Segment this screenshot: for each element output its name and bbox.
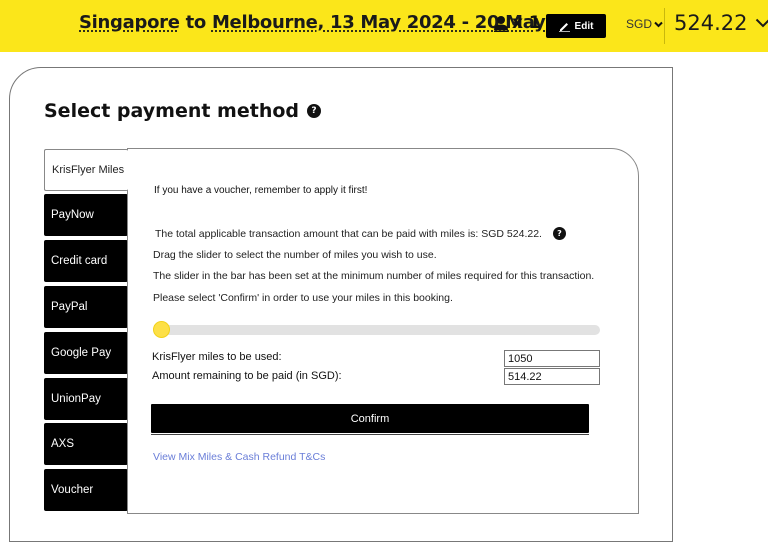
- slider-minimum-note: The slider in the bar has been set at th…: [153, 270, 595, 282]
- miles-slider-track[interactable]: [153, 321, 600, 338]
- miles-to-use-label: KrisFlyer miles to be used:: [152, 351, 282, 363]
- tab-voucher[interactable]: Voucher: [44, 469, 128, 511]
- voucher-reminder: If you have a voucher, remember to apply…: [154, 185, 368, 196]
- tab-label: KrisFlyer Miles: [52, 164, 125, 176]
- currency-code: SGD: [626, 17, 653, 31]
- confirm-button[interactable]: Confirm: [151, 404, 589, 433]
- tab-label: Credit card: [51, 255, 108, 267]
- booking-summary-bar: Singapore to Melbourne, 13 May 2024 - 20…: [0, 0, 768, 52]
- tab-label: Voucher: [51, 484, 94, 496]
- tab-label: PayPal: [51, 301, 88, 313]
- miles-slider-thumb[interactable]: [153, 321, 170, 338]
- total-price: 524.22: [674, 11, 748, 35]
- tab-paynow[interactable]: PayNow: [44, 194, 128, 236]
- miles-to-use-input[interactable]: [504, 350, 600, 367]
- passenger-count[interactable]: x 1: [493, 13, 541, 33]
- person-icon: [494, 15, 508, 32]
- terms-link[interactable]: View Mix Miles & Cash Refund T&Cs: [153, 451, 325, 463]
- slider-instruction: Drag the slider to select the number of …: [153, 249, 437, 261]
- tab-label: PayNow: [51, 209, 94, 221]
- confirm-instruction: Please select 'Confirm' in order to use …: [153, 292, 453, 304]
- tab-krisflyer-miles[interactable]: KrisFlyer Miles: [44, 149, 128, 191]
- tab-label: Google Pay: [51, 347, 112, 359]
- tab-axs[interactable]: AXS: [44, 423, 128, 465]
- chevron-down-icon: [756, 18, 768, 28]
- pencil-icon: [558, 22, 570, 32]
- confirm-divider: [151, 434, 589, 435]
- page-title: Select payment method ?: [44, 100, 322, 122]
- tab-label: UnionPay: [51, 393, 101, 405]
- page-title-text: Select payment method: [44, 100, 300, 122]
- tab-credit-card[interactable]: Credit card: [44, 240, 128, 282]
- applicable-amount-row: The total applicable transaction amount …: [155, 227, 566, 240]
- currency-selector[interactable]: SGD: [626, 17, 663, 31]
- total-price-toggle[interactable]: 524.22: [674, 11, 768, 35]
- route-connector: to: [185, 12, 207, 33]
- edit-search-button[interactable]: Edit: [546, 14, 606, 38]
- edit-label: Edit: [574, 20, 594, 32]
- header-divider: [664, 8, 665, 44]
- passenger-count-value: x 1: [512, 13, 541, 33]
- tab-unionpay[interactable]: UnionPay: [44, 378, 128, 420]
- tab-label: AXS: [51, 438, 75, 450]
- applicable-amount-text: The total applicable transaction amount …: [155, 227, 542, 240]
- help-icon[interactable]: ?: [307, 104, 322, 118]
- amount-remaining-label: Amount remaining to be paid (in SGD):: [152, 370, 342, 382]
- tab-paypal[interactable]: PayPal: [44, 286, 128, 328]
- chevron-down-icon: [654, 21, 663, 27]
- origin-city[interactable]: Singapore: [79, 12, 180, 33]
- help-icon[interactable]: ?: [552, 227, 566, 240]
- amount-remaining-input[interactable]: [504, 368, 600, 385]
- tab-google-pay[interactable]: Google Pay: [44, 332, 128, 374]
- destination-dates[interactable]: Melbourne, 13 May 2024 - 20 May 2024: [212, 12, 601, 33]
